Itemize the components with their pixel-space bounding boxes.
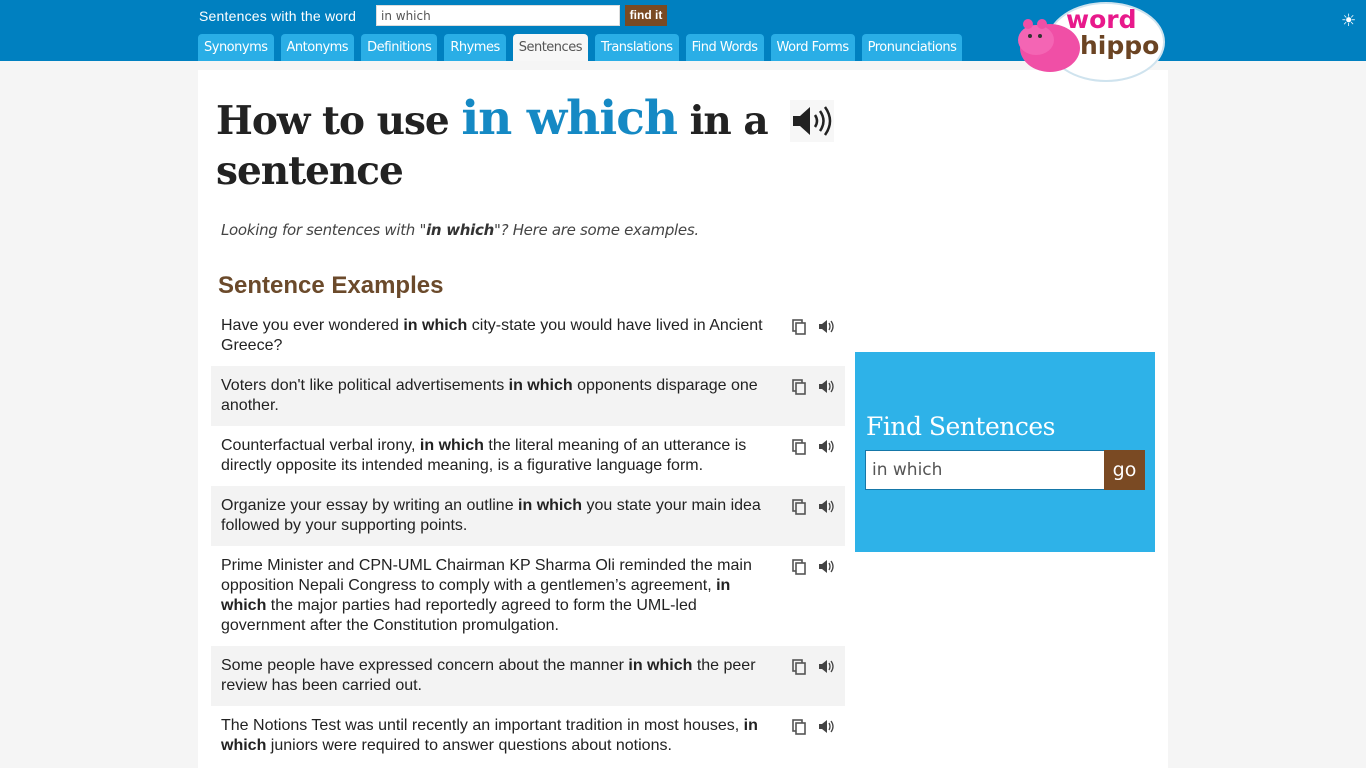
intro-text: Looking for sentences with "in which"? H… [221, 221, 699, 239]
section-title: Sentence Examples [218, 272, 444, 299]
speaker-icon[interactable] [818, 438, 835, 455]
find-sentences-panel: Find Sentences go [855, 352, 1155, 552]
tab-sentences[interactable]: Sentences [512, 34, 588, 61]
theme-toggle-icon[interactable]: ☀ [1341, 11, 1356, 31]
tab-synonyms[interactable]: Synonyms [198, 34, 274, 61]
tab-definitions[interactable]: Definitions [361, 34, 438, 61]
sentence-row: Have you ever wondered in which city-sta… [211, 306, 845, 366]
tab-translations[interactable]: Translations [594, 34, 679, 61]
svg-text:hippo: hippo [1080, 31, 1159, 60]
copy-icon[interactable] [791, 318, 808, 335]
copy-icon[interactable] [791, 498, 808, 515]
tab-pronunciations[interactable]: Pronunciations [861, 34, 963, 61]
speaker-icon [793, 106, 832, 136]
copy-icon[interactable] [791, 438, 808, 455]
speaker-icon[interactable] [818, 498, 835, 515]
sentence-row: The Notions Test was until recently an i… [211, 706, 845, 766]
sentence-search-input[interactable] [865, 450, 1105, 490]
sentence-row: Organize your essay by writing an outlin… [211, 486, 845, 546]
copy-icon[interactable] [791, 658, 808, 675]
find-sentences-title: Find Sentences [866, 412, 1055, 441]
tab-rhymes[interactable]: Rhymes [444, 34, 506, 61]
tab-antonyms[interactable]: Antonyms [280, 34, 355, 61]
svg-text:word: word [1066, 5, 1137, 34]
wordhippo-logo[interactable]: word hippo [1016, 2, 1166, 82]
pronounce-button[interactable] [790, 100, 834, 142]
sentence-list: Have you ever wondered in which city-sta… [211, 306, 845, 766]
speaker-icon[interactable] [818, 658, 835, 675]
tab-find-words[interactable]: Find Words [685, 34, 764, 61]
copy-icon[interactable] [791, 558, 808, 575]
copy-icon[interactable] [791, 378, 808, 395]
copy-icon[interactable] [791, 718, 808, 735]
speaker-icon[interactable] [818, 558, 835, 575]
nav-tabs: Synonyms Antonyms Definitions Rhymes Sen… [198, 34, 963, 61]
sentence-row: Voters don't like political advertisemen… [211, 366, 845, 426]
page-title: How to use in which in a sentence [216, 91, 769, 195]
highlighted-word: in which [461, 91, 678, 146]
sentence-row: Some people have expressed concern about… [211, 646, 845, 706]
speaker-icon[interactable] [818, 318, 835, 335]
find-it-button[interactable]: find it [625, 5, 667, 26]
tab-word-forms[interactable]: Word Forms [770, 34, 855, 61]
search-label: Sentences with the word [199, 8, 357, 24]
speaker-icon[interactable] [818, 718, 835, 735]
go-button[interactable]: go [1104, 450, 1145, 490]
speaker-icon[interactable] [818, 378, 835, 395]
sentence-row: Counterfactual verbal irony, in which th… [211, 426, 845, 486]
word-search-input[interactable] [376, 5, 620, 26]
sentence-row: Prime Minister and CPN-UML Chairman KP S… [211, 546, 845, 646]
